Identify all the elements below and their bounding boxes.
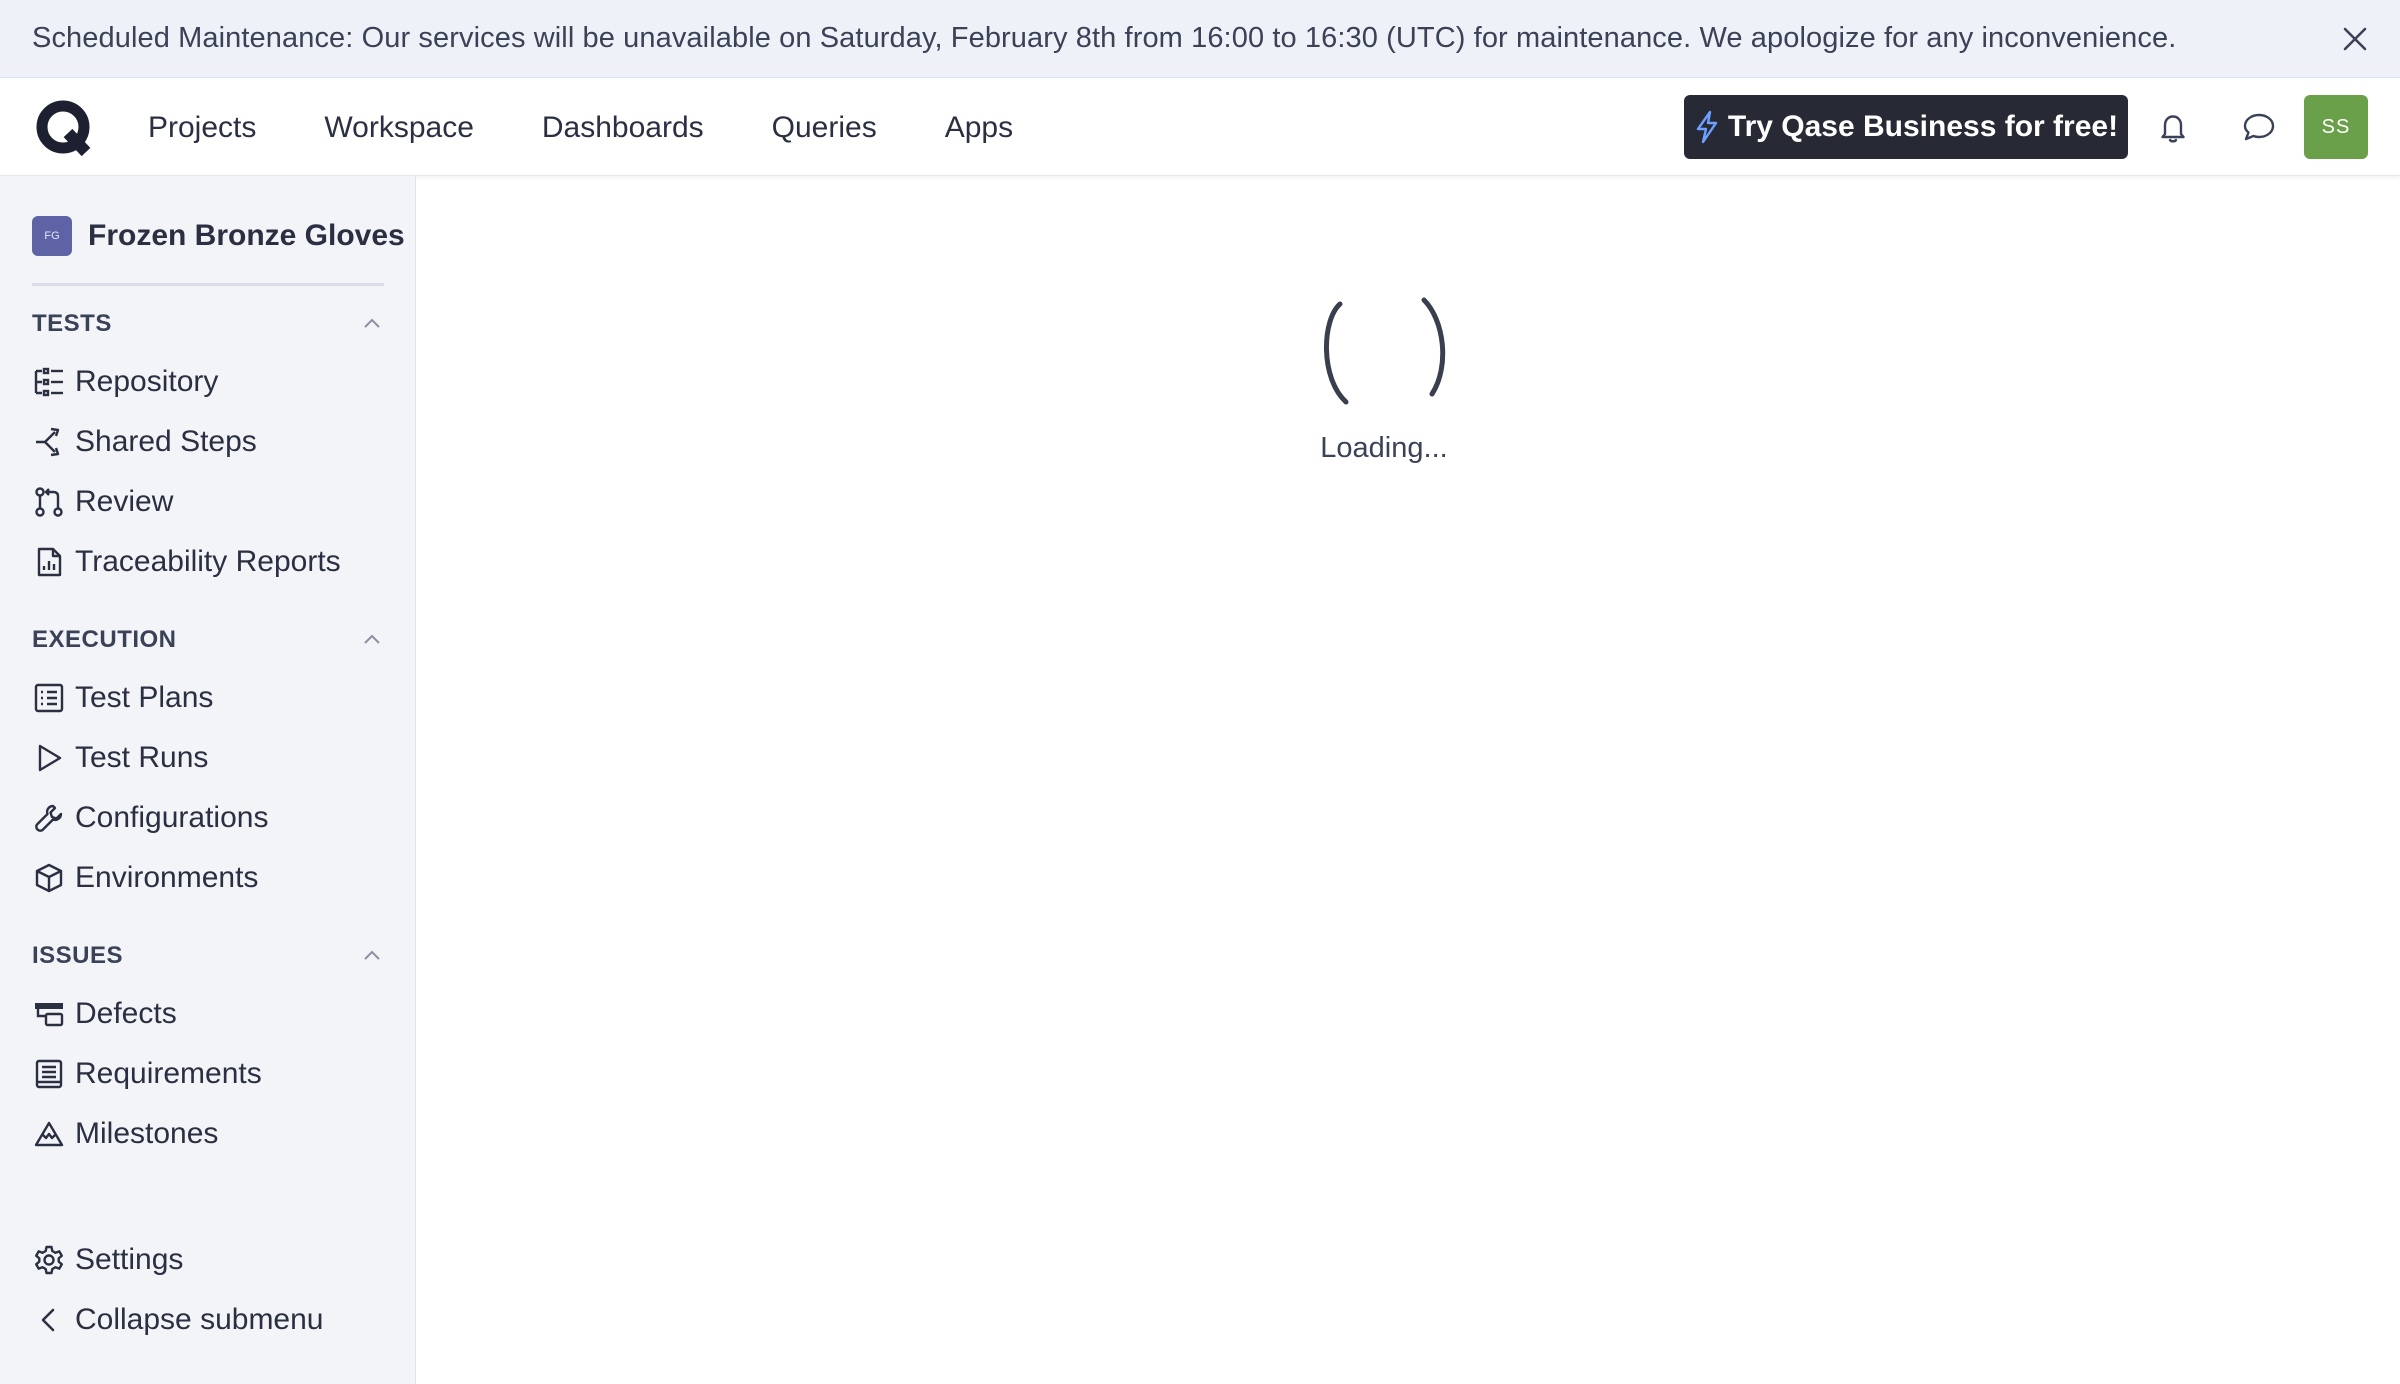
sidebar-item-repository[interactable]: Repository bbox=[32, 360, 218, 404]
repository-icon bbox=[32, 365, 66, 399]
sidebar-item-requirements[interactable]: Requirements bbox=[32, 1052, 262, 1096]
project-name: Frozen Bronze Gloves bbox=[88, 219, 405, 252]
report-icon bbox=[32, 545, 66, 579]
sidebar-item-label: Review bbox=[75, 485, 174, 518]
sidebar-item-defects[interactable]: Defects bbox=[32, 992, 177, 1036]
sidebar-item-environments[interactable]: Environments bbox=[32, 856, 258, 900]
sidebar-item-label: Milestones bbox=[75, 1117, 219, 1150]
review-icon bbox=[32, 485, 66, 519]
banner-text: Scheduled Maintenance: Our services will… bbox=[32, 22, 2177, 54]
cube-icon bbox=[32, 861, 66, 895]
nav-dashboards[interactable]: Dashboards bbox=[542, 111, 704, 145]
sidebar-item-label: Collapse submenu bbox=[75, 1303, 324, 1336]
sidebar-item-settings[interactable]: Settings bbox=[32, 1238, 183, 1282]
section-title: TESTS bbox=[32, 310, 112, 337]
sidebar-item-label: Test Plans bbox=[75, 681, 214, 714]
nav-apps[interactable]: Apps bbox=[945, 111, 1013, 145]
collapse-submenu-button[interactable]: Collapse submenu bbox=[32, 1298, 323, 1342]
try-business-label: Try Qase Business for free! bbox=[1727, 110, 2119, 143]
user-avatar[interactable]: SS bbox=[2304, 95, 2368, 159]
sidebar-item-test-runs[interactable]: Test Runs bbox=[32, 736, 208, 780]
chevron-up-icon bbox=[364, 634, 380, 644]
sidebar-item-label: Defects bbox=[75, 997, 177, 1030]
section-tests-header[interactable]: TESTS bbox=[32, 306, 384, 342]
notifications-button[interactable] bbox=[2152, 106, 2194, 148]
requirements-icon bbox=[32, 1057, 66, 1091]
wrench-icon bbox=[32, 801, 66, 835]
try-business-button[interactable]: Try Qase Business for free! bbox=[1684, 95, 2128, 159]
loading-text: Loading... bbox=[1320, 432, 1448, 464]
bell-icon bbox=[2161, 115, 2185, 143]
test-plans-icon bbox=[32, 681, 66, 715]
sidebar-item-label: Requirements bbox=[75, 1057, 262, 1090]
section-execution-header[interactable]: EXECUTION bbox=[32, 622, 384, 658]
chat-button[interactable] bbox=[2238, 106, 2280, 148]
sidebar-item-test-plans[interactable]: Test Plans bbox=[32, 676, 213, 720]
sidebar-divider bbox=[32, 283, 384, 286]
sidebar-item-configurations[interactable]: Configurations bbox=[32, 796, 268, 840]
sidebar-item-label: Repository bbox=[75, 365, 219, 398]
section-title: ISSUES bbox=[32, 942, 124, 969]
qase-logo-icon[interactable] bbox=[34, 97, 94, 157]
sidebar-item-label: Environments bbox=[75, 861, 259, 894]
sidebar-item-label: Test Runs bbox=[75, 741, 209, 774]
sidebar-item-traceability-reports[interactable]: Traceability Reports bbox=[32, 540, 341, 584]
project-sidebar: FG Frozen Bronze Gloves TESTS Repository… bbox=[0, 176, 416, 1384]
section-title: EXECUTION bbox=[32, 626, 177, 653]
nav-queries[interactable]: Queries bbox=[772, 111, 877, 145]
shared-steps-icon bbox=[32, 425, 66, 459]
close-banner-button[interactable] bbox=[2336, 20, 2374, 58]
nav-projects[interactable]: Projects bbox=[148, 111, 256, 145]
sidebar-item-label: Settings bbox=[75, 1243, 184, 1276]
gear-icon bbox=[32, 1243, 66, 1277]
nav-workspace[interactable]: Workspace bbox=[324, 111, 474, 145]
sidebar-item-label: Traceability Reports bbox=[75, 545, 341, 578]
loading-spinner-icon bbox=[1323, 297, 1446, 405]
sidebar-item-milestones[interactable]: Milestones bbox=[32, 1112, 218, 1156]
section-issues-header[interactable]: ISSUES bbox=[32, 938, 384, 974]
sidebar-item-label: Shared Steps bbox=[75, 425, 257, 458]
chat-icon bbox=[2243, 113, 2275, 141]
project-switcher[interactable]: FG Frozen Bronze Gloves bbox=[32, 214, 405, 258]
lightning-icon bbox=[1696, 110, 1718, 144]
close-icon bbox=[2343, 27, 2367, 51]
project-badge: FG bbox=[32, 216, 72, 256]
defects-icon bbox=[32, 997, 66, 1031]
milestone-icon bbox=[32, 1117, 66, 1151]
sidebar-item-label: Configurations bbox=[75, 801, 269, 834]
maintenance-banner: Scheduled Maintenance: Our services will… bbox=[0, 0, 2400, 78]
sidebar-item-shared-steps[interactable]: Shared Steps bbox=[32, 420, 257, 464]
main-nav: Projects Workspace Dashboards Queries Ap… bbox=[148, 79, 1081, 176]
chevron-up-icon bbox=[364, 318, 380, 328]
sidebar-item-review[interactable]: Review bbox=[32, 480, 173, 524]
chevron-left-icon bbox=[32, 1303, 66, 1337]
top-navigation: Projects Workspace Dashboards Queries Ap… bbox=[0, 79, 2400, 176]
play-icon bbox=[32, 741, 66, 775]
chevron-up-icon bbox=[364, 950, 380, 960]
